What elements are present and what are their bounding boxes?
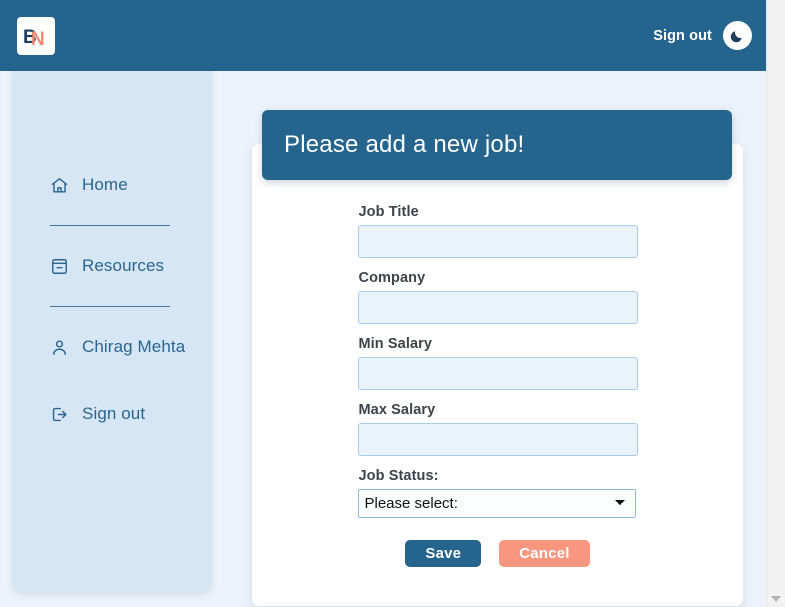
moon-icon[interactable] [723, 21, 752, 50]
sidebar: Home Resources Chirag Mehta Sign out [12, 71, 212, 592]
app-window: B N Sign out Home Resources Chirag Mehta… [0, 0, 785, 607]
sidebar-item-label: Home [82, 175, 128, 194]
min-salary-input[interactable] [357, 357, 638, 390]
scroll-down-arrow-icon[interactable] [771, 596, 781, 602]
cancel-button[interactable]: Cancel [499, 540, 590, 567]
job-title-label: Job Title [358, 204, 419, 220]
home-icon [50, 176, 69, 195]
max-salary-input[interactable] [357, 423, 638, 456]
max-salary-label: Max Salary [358, 402, 436, 418]
sidebar-divider-1 [50, 225, 170, 226]
sidebar-item-signout[interactable]: Sign out [12, 396, 212, 432]
page-scrollbar[interactable] [766, 0, 785, 607]
user-icon [50, 338, 69, 357]
top-navbar: B N Sign out [0, 0, 766, 71]
navbar-right-group: Sign out [653, 21, 752, 50]
navbar-signout-link[interactable]: Sign out [653, 28, 712, 44]
company-label: Company [358, 270, 426, 286]
card-body: Job Title Company Min Salary Max Salary … [252, 144, 743, 606]
page-title: Please add a new job! [284, 131, 525, 158]
save-button[interactable]: Save [405, 540, 482, 567]
job-status-select[interactable]: Please select: [357, 489, 636, 518]
min-salary-label: Min Salary [358, 336, 433, 352]
company-input[interactable] [357, 291, 638, 324]
job-status-label: Job Status: [358, 468, 439, 484]
sidebar-item-label: Resources [82, 256, 165, 275]
sidebar-item-label: Sign out [82, 404, 146, 423]
sidebar-item-label: Chirag Mehta [82, 337, 186, 356]
svg-text:N: N [31, 29, 45, 50]
job-form-card: Please add a new job! Job Title Company … [252, 110, 743, 606]
sidebar-divider-2 [50, 306, 170, 307]
archive-icon [50, 257, 69, 276]
sign-out-icon [50, 405, 69, 424]
sidebar-item-user[interactable]: Chirag Mehta [12, 329, 212, 365]
card-header: Please add a new job! [262, 110, 732, 180]
sidebar-item-home[interactable]: Home [12, 167, 212, 203]
sidebar-item-resources[interactable]: Resources [12, 248, 212, 284]
form-actions: Save Cancel [358, 540, 638, 567]
brand-logo-icon[interactable]: B N [17, 16, 55, 55]
add-job-form: Job Title Company Min Salary Max Salary … [357, 204, 638, 567]
job-title-input[interactable] [357, 225, 638, 258]
